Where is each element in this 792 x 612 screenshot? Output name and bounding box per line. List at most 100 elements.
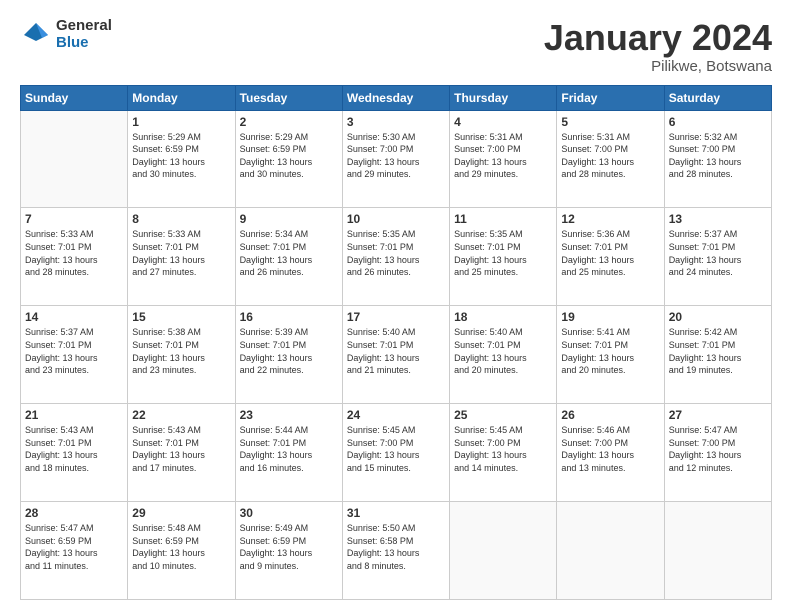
calendar-cell: 8Sunrise: 5:33 AM Sunset: 7:01 PM Daylig… bbox=[128, 208, 235, 306]
day-info: Sunrise: 5:37 AM Sunset: 7:01 PM Dayligh… bbox=[25, 326, 123, 376]
day-info: Sunrise: 5:35 AM Sunset: 7:01 PM Dayligh… bbox=[454, 228, 552, 278]
day-number: 5 bbox=[561, 115, 659, 129]
calendar-cell: 21 Sunrise: 5:43 AM Sunset: 7:01 PM Dayli… bbox=[21, 404, 128, 502]
calendar-cell: 23 Sunrise: 5:44 AM Sunset: 7:01 PM Dayli… bbox=[235, 404, 342, 502]
day-info: Sunrise: 5:38 AM Sunset: 7:01 PM Dayligh… bbox=[132, 326, 230, 376]
day-info: Sunrise: 5:43 AM Sunset: 7:01 PM Dayligh… bbox=[25, 424, 123, 474]
location: Pilikwe, Botswana bbox=[544, 58, 772, 75]
calendar-cell: 4 Sunrise: 5:31 AM Sunset: 7:00 PM Daylig… bbox=[450, 110, 557, 208]
day-number: 21 bbox=[25, 408, 123, 422]
calendar-cell: 26 Sunrise: 5:46 AM Sunset: 7:00 PM Dayli… bbox=[557, 404, 664, 502]
calendar-cell: 12 Sunrise: 5:36 AM Sunset: 7:01 PM Dayli… bbox=[557, 208, 664, 306]
calendar-cell: 3 Sunrise: 5:30 AM Sunset: 7:00 PM Daylig… bbox=[342, 110, 449, 208]
day-info: Sunrise: 5:31 AM Sunset: 7:00 PM Dayligh… bbox=[454, 131, 552, 181]
calendar-cell: 10 Sunrise: 5:35 AM Sunset: 7:01 PM Dayli… bbox=[342, 208, 449, 306]
day-number: 26 bbox=[561, 408, 659, 422]
calendar-cell: 16 Sunrise: 5:39 AM Sunset: 7:01 PM Dayli… bbox=[235, 306, 342, 404]
day-number: 25 bbox=[454, 408, 552, 422]
week-row: 21 Sunrise: 5:43 AM Sunset: 7:01 PM Dayli… bbox=[21, 404, 772, 502]
day-info: Sunrise: 5:37 AM Sunset: 7:01 PM Dayligh… bbox=[669, 228, 767, 278]
day-info: Sunrise: 5:49 AM Sunset: 6:59 PM Dayligh… bbox=[240, 522, 338, 572]
logo-general-text: General bbox=[56, 18, 112, 35]
day-number: 22 bbox=[132, 408, 230, 422]
day-info: Sunrise: 5:31 AM Sunset: 7:00 PM Dayligh… bbox=[561, 131, 659, 181]
day-info: Sunrise: 5:29 AM Sunset: 6:59 PM Dayligh… bbox=[240, 131, 338, 181]
day-number: 28 bbox=[25, 506, 123, 520]
day-number: 15 bbox=[132, 310, 230, 324]
weekday-header-row: SundayMondayTuesdayWednesdayThursdayFrid… bbox=[21, 85, 772, 110]
calendar-cell: 5 Sunrise: 5:31 AM Sunset: 7:00 PM Daylig… bbox=[557, 110, 664, 208]
day-number: 14 bbox=[25, 310, 123, 324]
calendar-cell: 2 Sunrise: 5:29 AM Sunset: 6:59 PM Daylig… bbox=[235, 110, 342, 208]
calendar-cell: 22 Sunrise: 5:43 AM Sunset: 7:01 PM Dayli… bbox=[128, 404, 235, 502]
day-number: 18 bbox=[454, 310, 552, 324]
page: General Blue January 2024 Pilikwe, Botsw… bbox=[0, 0, 792, 612]
day-info: Sunrise: 5:34 AM Sunset: 7:01 PM Dayligh… bbox=[240, 228, 338, 278]
day-info: Sunrise: 5:36 AM Sunset: 7:01 PM Dayligh… bbox=[561, 228, 659, 278]
day-info: Sunrise: 5:40 AM Sunset: 7:01 PM Dayligh… bbox=[454, 326, 552, 376]
calendar-cell bbox=[557, 502, 664, 600]
day-number: 23 bbox=[240, 408, 338, 422]
day-info: Sunrise: 5:46 AM Sunset: 7:00 PM Dayligh… bbox=[561, 424, 659, 474]
day-info: Sunrise: 5:45 AM Sunset: 7:00 PM Dayligh… bbox=[347, 424, 445, 474]
day-number: 16 bbox=[240, 310, 338, 324]
day-number: 7 bbox=[25, 212, 123, 226]
day-info: Sunrise: 5:45 AM Sunset: 7:00 PM Dayligh… bbox=[454, 424, 552, 474]
day-number: 3 bbox=[347, 115, 445, 129]
day-number: 12 bbox=[561, 212, 659, 226]
day-number: 19 bbox=[561, 310, 659, 324]
weekday-header: Saturday bbox=[664, 85, 771, 110]
day-number: 17 bbox=[347, 310, 445, 324]
weekday-header: Sunday bbox=[21, 85, 128, 110]
day-number: 20 bbox=[669, 310, 767, 324]
day-number: 29 bbox=[132, 506, 230, 520]
weekday-header: Friday bbox=[557, 85, 664, 110]
week-row: 1 Sunrise: 5:29 AM Sunset: 6:59 PM Daylig… bbox=[21, 110, 772, 208]
calendar-cell: 19 Sunrise: 5:41 AM Sunset: 7:01 PM Dayli… bbox=[557, 306, 664, 404]
day-info: Sunrise: 5:39 AM Sunset: 7:01 PM Dayligh… bbox=[240, 326, 338, 376]
day-number: 24 bbox=[347, 408, 445, 422]
calendar-cell: 7Sunrise: 5:33 AM Sunset: 7:01 PM Daylig… bbox=[21, 208, 128, 306]
day-info: Sunrise: 5:41 AM Sunset: 7:01 PM Dayligh… bbox=[561, 326, 659, 376]
calendar-cell: 13 Sunrise: 5:37 AM Sunset: 7:01 PM Dayli… bbox=[664, 208, 771, 306]
day-info: Sunrise: 5:43 AM Sunset: 7:01 PM Dayligh… bbox=[132, 424, 230, 474]
month-title: January 2024 bbox=[544, 18, 772, 58]
day-info: Sunrise: 5:30 AM Sunset: 7:00 PM Dayligh… bbox=[347, 131, 445, 181]
day-info: Sunrise: 5:40 AM Sunset: 7:01 PM Dayligh… bbox=[347, 326, 445, 376]
calendar-cell: 24 Sunrise: 5:45 AM Sunset: 7:00 PM Dayli… bbox=[342, 404, 449, 502]
calendar-cell: 17 Sunrise: 5:40 AM Sunset: 7:01 PM Dayli… bbox=[342, 306, 449, 404]
logo-icon bbox=[20, 19, 52, 51]
day-info: Sunrise: 5:29 AM Sunset: 6:59 PM Dayligh… bbox=[132, 131, 230, 181]
title-block: January 2024 Pilikwe, Botswana bbox=[544, 18, 772, 75]
day-info: Sunrise: 5:47 AM Sunset: 6:59 PM Dayligh… bbox=[25, 522, 123, 572]
logo-blue-text: Blue bbox=[56, 35, 112, 52]
day-number: 13 bbox=[669, 212, 767, 226]
calendar-cell: 27Sunrise: 5:47 AM Sunset: 7:00 PM Dayli… bbox=[664, 404, 771, 502]
day-number: 1 bbox=[132, 115, 230, 129]
calendar-cell: 11 Sunrise: 5:35 AM Sunset: 7:01 PM Dayli… bbox=[450, 208, 557, 306]
day-number: 10 bbox=[347, 212, 445, 226]
day-number: 4 bbox=[454, 115, 552, 129]
calendar-cell: 20Sunrise: 5:42 AM Sunset: 7:01 PM Dayli… bbox=[664, 306, 771, 404]
weekday-header: Monday bbox=[128, 85, 235, 110]
logo-text: General Blue bbox=[56, 18, 112, 51]
week-row: 28 Sunrise: 5:47 AM Sunset: 6:59 PM Dayli… bbox=[21, 502, 772, 600]
day-info: Sunrise: 5:48 AM Sunset: 6:59 PM Dayligh… bbox=[132, 522, 230, 572]
day-number: 11 bbox=[454, 212, 552, 226]
calendar-cell: 18 Sunrise: 5:40 AM Sunset: 7:01 PM Dayli… bbox=[450, 306, 557, 404]
day-info: Sunrise: 5:33 AM Sunset: 7:01 PM Dayligh… bbox=[132, 228, 230, 278]
day-number: 31 bbox=[347, 506, 445, 520]
calendar-cell: 9Sunrise: 5:34 AM Sunset: 7:01 PM Daylig… bbox=[235, 208, 342, 306]
day-info: Sunrise: 5:44 AM Sunset: 7:01 PM Dayligh… bbox=[240, 424, 338, 474]
day-number: 2 bbox=[240, 115, 338, 129]
day-info: Sunrise: 5:47 AM Sunset: 7:00 PM Dayligh… bbox=[669, 424, 767, 474]
day-number: 6 bbox=[669, 115, 767, 129]
day-info: Sunrise: 5:50 AM Sunset: 6:58 PM Dayligh… bbox=[347, 522, 445, 572]
day-info: Sunrise: 5:32 AM Sunset: 7:00 PM Dayligh… bbox=[669, 131, 767, 181]
calendar-cell: 14 Sunrise: 5:37 AM Sunset: 7:01 PM Dayli… bbox=[21, 306, 128, 404]
calendar-table: SundayMondayTuesdayWednesdayThursdayFrid… bbox=[20, 85, 772, 600]
header: General Blue January 2024 Pilikwe, Botsw… bbox=[20, 18, 772, 75]
day-info: Sunrise: 5:35 AM Sunset: 7:01 PM Dayligh… bbox=[347, 228, 445, 278]
weekday-header: Wednesday bbox=[342, 85, 449, 110]
calendar-cell bbox=[21, 110, 128, 208]
